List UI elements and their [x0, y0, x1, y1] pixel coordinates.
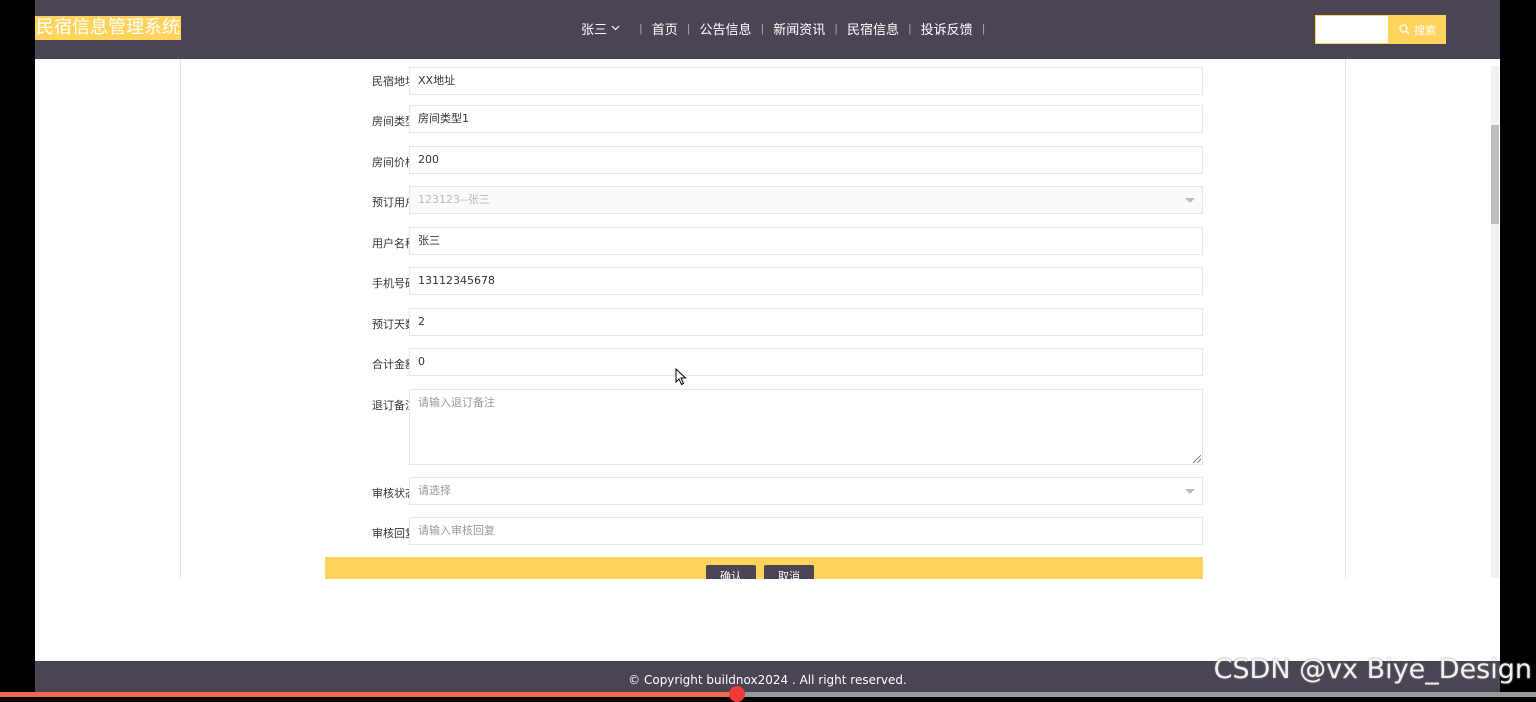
scrollbar-thumb[interactable]	[1491, 125, 1499, 224]
field-label: 手机号码	[372, 277, 416, 290]
top-navbar: 民宿信息管理系统 张三 | 首页 | 公告信息 | 新闻资讯 | 民宿信息 | …	[35, 0, 1500, 59]
nav-separator: |	[639, 21, 643, 35]
nav-item-complaints[interactable]: 投诉反馈	[921, 19, 973, 38]
booking-form-panel: 民宿地址 XX地址 房间类型 房间类型1 房间价格 200 预订用户 12312…	[180, 59, 1346, 579]
user-name: 张三	[581, 22, 608, 38]
field-label: 退订备注	[372, 399, 416, 412]
search-button-label: 搜索	[1414, 23, 1436, 37]
form-action-bar: 确认 取消	[325, 557, 1203, 579]
nav-separator: |	[907, 21, 912, 35]
video-progress-bar[interactable]	[0, 686, 1536, 702]
field-label: 审核回复	[372, 527, 416, 540]
cancel-note-textarea[interactable]: 请输入退订备注	[409, 389, 1203, 465]
search-input[interactable]	[1315, 15, 1389, 44]
field-label: 用户名称	[372, 237, 416, 250]
nav-separator: |	[686, 21, 691, 35]
caret-down-icon	[1185, 489, 1195, 494]
user-name-field[interactable]: 张三	[409, 227, 1203, 255]
main-nav: 张三 | 首页 | 公告信息 | 新闻资讯 | 民宿信息 | 投诉反馈 |	[581, 18, 994, 38]
cancel-button[interactable]: 取消	[764, 565, 814, 579]
nav-separator: |	[981, 21, 986, 35]
nav-separator: |	[834, 21, 838, 35]
input-placeholder: 请输入审核回复	[418, 524, 495, 537]
caret-down-icon	[1185, 198, 1195, 203]
field-label: 预订用户	[372, 196, 416, 209]
select-value: 123123--张三	[418, 193, 490, 206]
mouse-cursor-icon	[675, 368, 687, 386]
booking-days-field[interactable]: 2	[409, 308, 1203, 336]
review-status-select[interactable]: 请选择	[409, 477, 1203, 505]
review-reply-input[interactable]: 请输入审核回复	[409, 517, 1203, 545]
room-type-field[interactable]: 房间类型1	[409, 105, 1203, 133]
chevron-down-icon	[611, 25, 620, 31]
browser-viewport: 民宿信息管理系统 张三 | 首页 | 公告信息 | 新闻资讯 | 民宿信息 | …	[35, 0, 1500, 697]
field-label: 民宿地址	[372, 75, 416, 88]
watermark: CSDN @vx Biye_Design	[1213, 654, 1532, 685]
select-placeholder: 请选择	[418, 484, 451, 497]
room-price-field[interactable]: 200	[409, 146, 1203, 174]
phone-field[interactable]: 13112345678	[409, 267, 1203, 295]
resize-handle-icon[interactable]	[1193, 455, 1201, 463]
progress-fill	[0, 692, 737, 697]
progress-handle[interactable]	[729, 686, 745, 702]
site-brand[interactable]: 民宿信息管理系统	[35, 16, 181, 40]
total-amount-field[interactable]: 0	[409, 348, 1203, 376]
nav-item-notices[interactable]: 公告信息	[699, 19, 751, 38]
nav-item-news[interactable]: 新闻资讯	[773, 19, 825, 38]
user-menu[interactable]: 张三	[581, 19, 620, 38]
field-label: 审核状态	[372, 487, 416, 500]
field-label: 房间价格	[372, 156, 416, 169]
address-field[interactable]: XX地址	[409, 67, 1203, 95]
nav-separator: |	[760, 21, 765, 35]
search-button[interactable]: 搜索	[1389, 15, 1446, 44]
nav-item-home[interactable]: 首页	[652, 19, 678, 38]
field-label: 预订天数	[372, 318, 416, 331]
search-icon	[1399, 24, 1410, 35]
field-label: 房间类型	[372, 115, 416, 128]
booking-user-select[interactable]: 123123--张三	[409, 186, 1203, 214]
confirm-button[interactable]: 确认	[706, 565, 756, 579]
nav-item-homestays[interactable]: 民宿信息	[847, 19, 899, 38]
field-label: 合计金额	[372, 358, 416, 371]
textarea-placeholder: 请输入退订备注	[418, 396, 495, 409]
